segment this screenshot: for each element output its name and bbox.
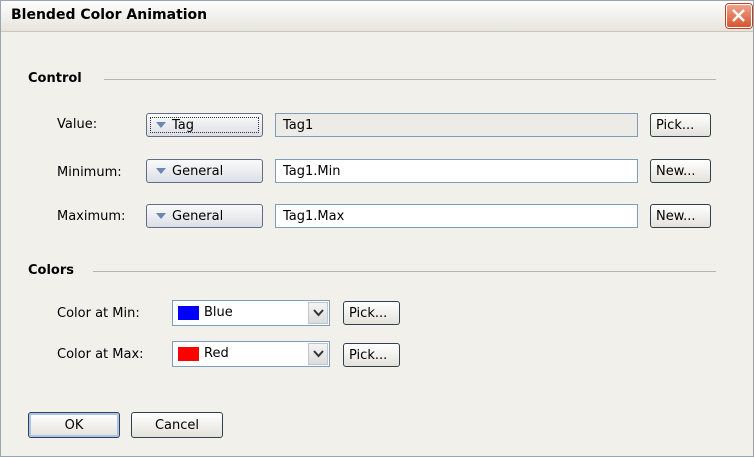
maximum-type-label: General (172, 209, 224, 224)
blended-color-dialog: Blended Color Animation Control Value: T… (0, 0, 754, 457)
value-label: Value: (57, 117, 98, 132)
cancel-button[interactable]: Cancel (131, 412, 223, 438)
minimum-new-button[interactable]: New... (650, 159, 711, 183)
minimum-type-label: General (172, 164, 224, 179)
color-max-label: Color at Max: (57, 347, 144, 362)
maximum-new-button[interactable]: New... (650, 204, 711, 228)
ok-button[interactable]: OK (28, 412, 120, 438)
title-bar[interactable]: Blended Color Animation (1, 1, 753, 32)
minimum-label: Minimum: (57, 165, 122, 180)
maximum-field[interactable]: Tag1.Max (275, 204, 638, 228)
color-min-value: Blue (204, 305, 233, 320)
triangle-down-icon (156, 122, 166, 128)
minimum-type-button[interactable]: General (146, 159, 263, 183)
colors-heading: Colors (28, 263, 75, 278)
triangle-down-icon (156, 168, 166, 174)
close-icon (732, 9, 745, 22)
cancel-button-label: Cancel (154, 418, 200, 433)
color-max-value: Red (204, 346, 229, 361)
minimum-field-text: Tag1.Min (283, 164, 341, 179)
color-min-select[interactable]: Blue (172, 300, 330, 326)
value-field[interactable]: Tag1 (275, 113, 638, 137)
control-divider (104, 79, 716, 80)
color-min-label: Color at Min: (57, 306, 140, 321)
maximum-field-text: Tag1.Max (283, 209, 345, 224)
value-type-label: Tag (172, 118, 195, 133)
color-max-pick-button[interactable]: Pick... (343, 343, 400, 367)
value-pick-button[interactable]: Pick... (650, 113, 711, 137)
triangle-down-icon (156, 213, 166, 219)
color-max-dropdown-arrow[interactable] (308, 343, 328, 365)
value-pick-label: Pick... (656, 118, 695, 133)
color-min-pick-label: Pick... (349, 306, 388, 321)
close-button[interactable] (726, 4, 752, 28)
colors-divider (93, 271, 716, 272)
ok-button-label: OK (64, 418, 84, 433)
control-heading: Control (28, 71, 82, 86)
maximum-type-button[interactable]: General (146, 204, 263, 228)
value-type-button[interactable]: Tag (146, 113, 263, 137)
chevron-down-icon (313, 309, 324, 317)
color-max-select[interactable]: Red (172, 341, 330, 367)
value-field-text: Tag1 (283, 118, 314, 133)
color-min-dropdown-arrow[interactable] (308, 302, 328, 324)
color-min-pick-button[interactable]: Pick... (343, 301, 400, 325)
minimum-field[interactable]: Tag1.Min (275, 159, 638, 183)
window-title: Blended Color Animation (11, 7, 208, 23)
color-max-swatch (178, 347, 199, 361)
chevron-down-icon (313, 350, 324, 358)
color-max-pick-label: Pick... (349, 348, 388, 363)
minimum-new-label: New... (656, 164, 696, 179)
maximum-label: Maximum: (57, 209, 126, 224)
color-min-swatch (178, 306, 199, 320)
maximum-new-label: New... (656, 209, 696, 224)
